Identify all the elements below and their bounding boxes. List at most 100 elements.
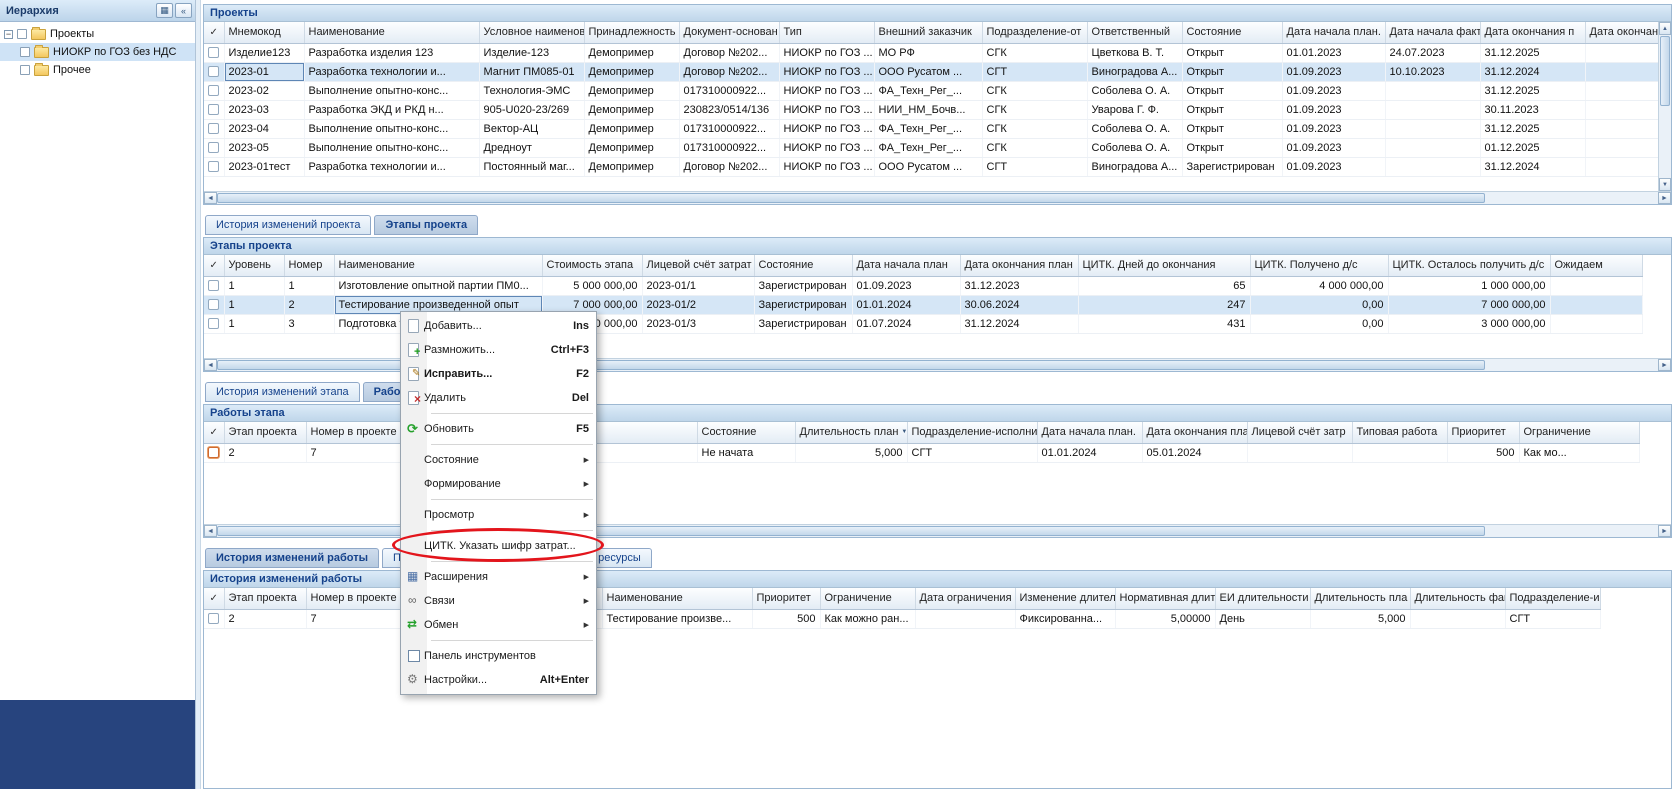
column-header[interactable]: Этап проекта — [224, 588, 306, 609]
select-all-header[interactable]: ✓ — [204, 255, 224, 276]
menu-item[interactable]: Связи▶ — [401, 589, 596, 613]
column-header[interactable]: Лицевой счёт затрат — [642, 255, 754, 276]
column-header[interactable]: Подразделение-исполнитель. — [907, 422, 1037, 443]
column-header[interactable]: Этап проекта — [224, 422, 306, 443]
row-checkbox[interactable] — [208, 104, 219, 115]
scroll-right-button[interactable] — [1658, 525, 1671, 537]
menu-item[interactable]: ОбновитьF5 — [401, 417, 596, 441]
row-checkbox[interactable] — [208, 447, 219, 458]
tree-item[interactable]: Проекты — [0, 25, 195, 43]
tree-item[interactable]: НИОКР по ГОЗ без НДС — [0, 43, 195, 61]
menu-item[interactable]: Обмен▶ — [401, 613, 596, 637]
column-header[interactable]: Дата начала план. — [1282, 22, 1385, 43]
scroll-right-button[interactable] — [1658, 359, 1671, 371]
table-row[interactable]: 2023-03Разработка ЭКД и РКД н...905-U020… — [204, 100, 1671, 119]
column-header[interactable]: Состояние — [754, 255, 852, 276]
column-header[interactable]: Наименование — [602, 588, 752, 609]
scroll-left-button[interactable] — [204, 525, 217, 537]
column-header[interactable]: Ответственный — [1087, 22, 1182, 43]
column-header[interactable]: Мнемокод — [224, 22, 304, 43]
column-header[interactable]: Состояние — [697, 422, 795, 443]
scroll-left-button[interactable] — [204, 192, 217, 204]
table-row[interactable]: 2023-01тестРазработка технологии и...Пос… — [204, 157, 1671, 176]
column-header[interactable]: ЦИТК. Дней до окончания — [1078, 255, 1250, 276]
row-checkbox[interactable] — [208, 280, 219, 291]
column-header[interactable]: Дата окончания п — [1480, 22, 1585, 43]
column-header[interactable]: Номер в проекте — [306, 588, 402, 609]
column-header[interactable]: Номер — [284, 255, 334, 276]
column-header[interactable]: Нормативная длит — [1115, 588, 1215, 609]
hscroll-track[interactable] — [217, 192, 1658, 204]
column-header[interactable]: Тип — [779, 22, 874, 43]
column-header[interactable]: Приоритет — [1447, 422, 1519, 443]
table-row[interactable]: Изделие123Разработка изделия 123Изделие-… — [204, 43, 1671, 62]
vscroll-thumb[interactable] — [1660, 36, 1670, 106]
column-header[interactable]: Длительность пла — [1310, 588, 1410, 609]
column-header[interactable]: Дата ограничения — [915, 588, 1015, 609]
row-checkbox[interactable] — [208, 85, 219, 96]
column-header[interactable]: Состояние — [1182, 22, 1282, 43]
column-header[interactable]: Приоритет — [752, 588, 820, 609]
row-checkbox[interactable] — [208, 123, 219, 134]
vertical-scrollbar[interactable] — [1658, 22, 1671, 191]
horizontal-scrollbar[interactable] — [204, 191, 1671, 204]
tab-stage-change-history[interactable]: История изменений этапа — [205, 382, 360, 402]
hscroll-thumb[interactable] — [217, 193, 1485, 203]
sidebar-grid-button[interactable]: ▦ — [156, 3, 173, 18]
sidebar-collapse-button[interactable]: « — [175, 3, 192, 18]
column-header[interactable]: Длительность план▼ — [795, 422, 907, 443]
menu-item[interactable]: Состояние▶ — [401, 448, 596, 472]
row-checkbox[interactable] — [208, 318, 219, 329]
column-header[interactable]: Типовая работа — [1352, 422, 1447, 443]
table-row[interactable]: 2023-01Разработка технологии и...Магнит … — [204, 62, 1671, 81]
tree-checkbox[interactable] — [20, 65, 30, 75]
menu-item[interactable]: Просмотр▶ — [401, 503, 596, 527]
column-header[interactable]: Внешний заказчик — [874, 22, 982, 43]
scroll-left-button[interactable] — [204, 359, 217, 371]
column-header[interactable]: Условное наименова — [479, 22, 584, 43]
menu-item[interactable]: УдалитьDel — [401, 386, 596, 410]
menu-item[interactable]: Исправить...F2 — [401, 362, 596, 386]
select-all-header[interactable]: ✓ — [204, 422, 224, 443]
row-checkbox[interactable] — [208, 299, 219, 310]
menu-item[interactable]: ЦИТК. Указать шифр затрат... — [401, 534, 596, 558]
select-all-header[interactable]: ✓ — [204, 588, 224, 609]
column-header[interactable]: Ограничение — [1519, 422, 1639, 443]
column-header[interactable]: Подразделение-и — [1505, 588, 1600, 609]
menu-item[interactable]: Расширения▶ — [401, 565, 596, 589]
scroll-down-button[interactable] — [1659, 178, 1671, 191]
vscroll-track[interactable] — [1659, 35, 1671, 178]
row-checkbox[interactable] — [208, 142, 219, 153]
table-row[interactable]: 2023-02Выполнение опытно-конс...Технолог… — [204, 81, 1671, 100]
column-header[interactable]: Стоимость этапа — [542, 255, 642, 276]
column-header[interactable]: Уровень — [224, 255, 284, 276]
scroll-right-button[interactable] — [1658, 192, 1671, 204]
menu-item[interactable]: Панель инструментов — [401, 644, 596, 668]
column-header[interactable]: Дата окончания план — [960, 255, 1078, 276]
column-header[interactable]: ЦИТК. Осталось получить д/с — [1388, 255, 1550, 276]
menu-item[interactable]: Настройки...Alt+Enter — [401, 668, 596, 692]
column-header[interactable]: Документ-основан — [679, 22, 779, 43]
column-header[interactable]: Изменение длител — [1015, 588, 1115, 609]
tab-project-stages[interactable]: Этапы проекта — [374, 215, 478, 235]
table-row[interactable]: 2023-05Выполнение опытно-конс...Дредноут… — [204, 138, 1671, 157]
row-checkbox[interactable] — [208, 161, 219, 172]
menu-item[interactable]: Формирование▶ — [401, 472, 596, 496]
column-header[interactable]: Дата окончания план — [1142, 422, 1247, 443]
menu-item[interactable]: Добавить...Ins — [401, 314, 596, 338]
scroll-up-button[interactable] — [1659, 22, 1671, 35]
table-row[interactable]: 2023-04Выполнение опытно-конс...Вектор-А… — [204, 119, 1671, 138]
column-header[interactable]: Наименование — [304, 22, 479, 43]
column-header[interactable]: Длительность фак — [1410, 588, 1505, 609]
row-checkbox[interactable] — [208, 47, 219, 58]
column-header[interactable]: Принадлежность — [584, 22, 679, 43]
collapse-expander-icon[interactable] — [4, 30, 13, 39]
column-header[interactable]: Дата начала факт — [1385, 22, 1480, 43]
column-header[interactable]: Дата начала план. — [1037, 422, 1142, 443]
column-header[interactable]: Лицевой счёт затр — [1247, 422, 1352, 443]
menu-item[interactable]: Размножить...Ctrl+F3 — [401, 338, 596, 362]
column-header[interactable]: Наименование — [334, 255, 542, 276]
column-header[interactable]: Подразделение-от — [982, 22, 1087, 43]
row-checkbox[interactable] — [208, 66, 219, 77]
tree-checkbox[interactable] — [20, 47, 30, 57]
